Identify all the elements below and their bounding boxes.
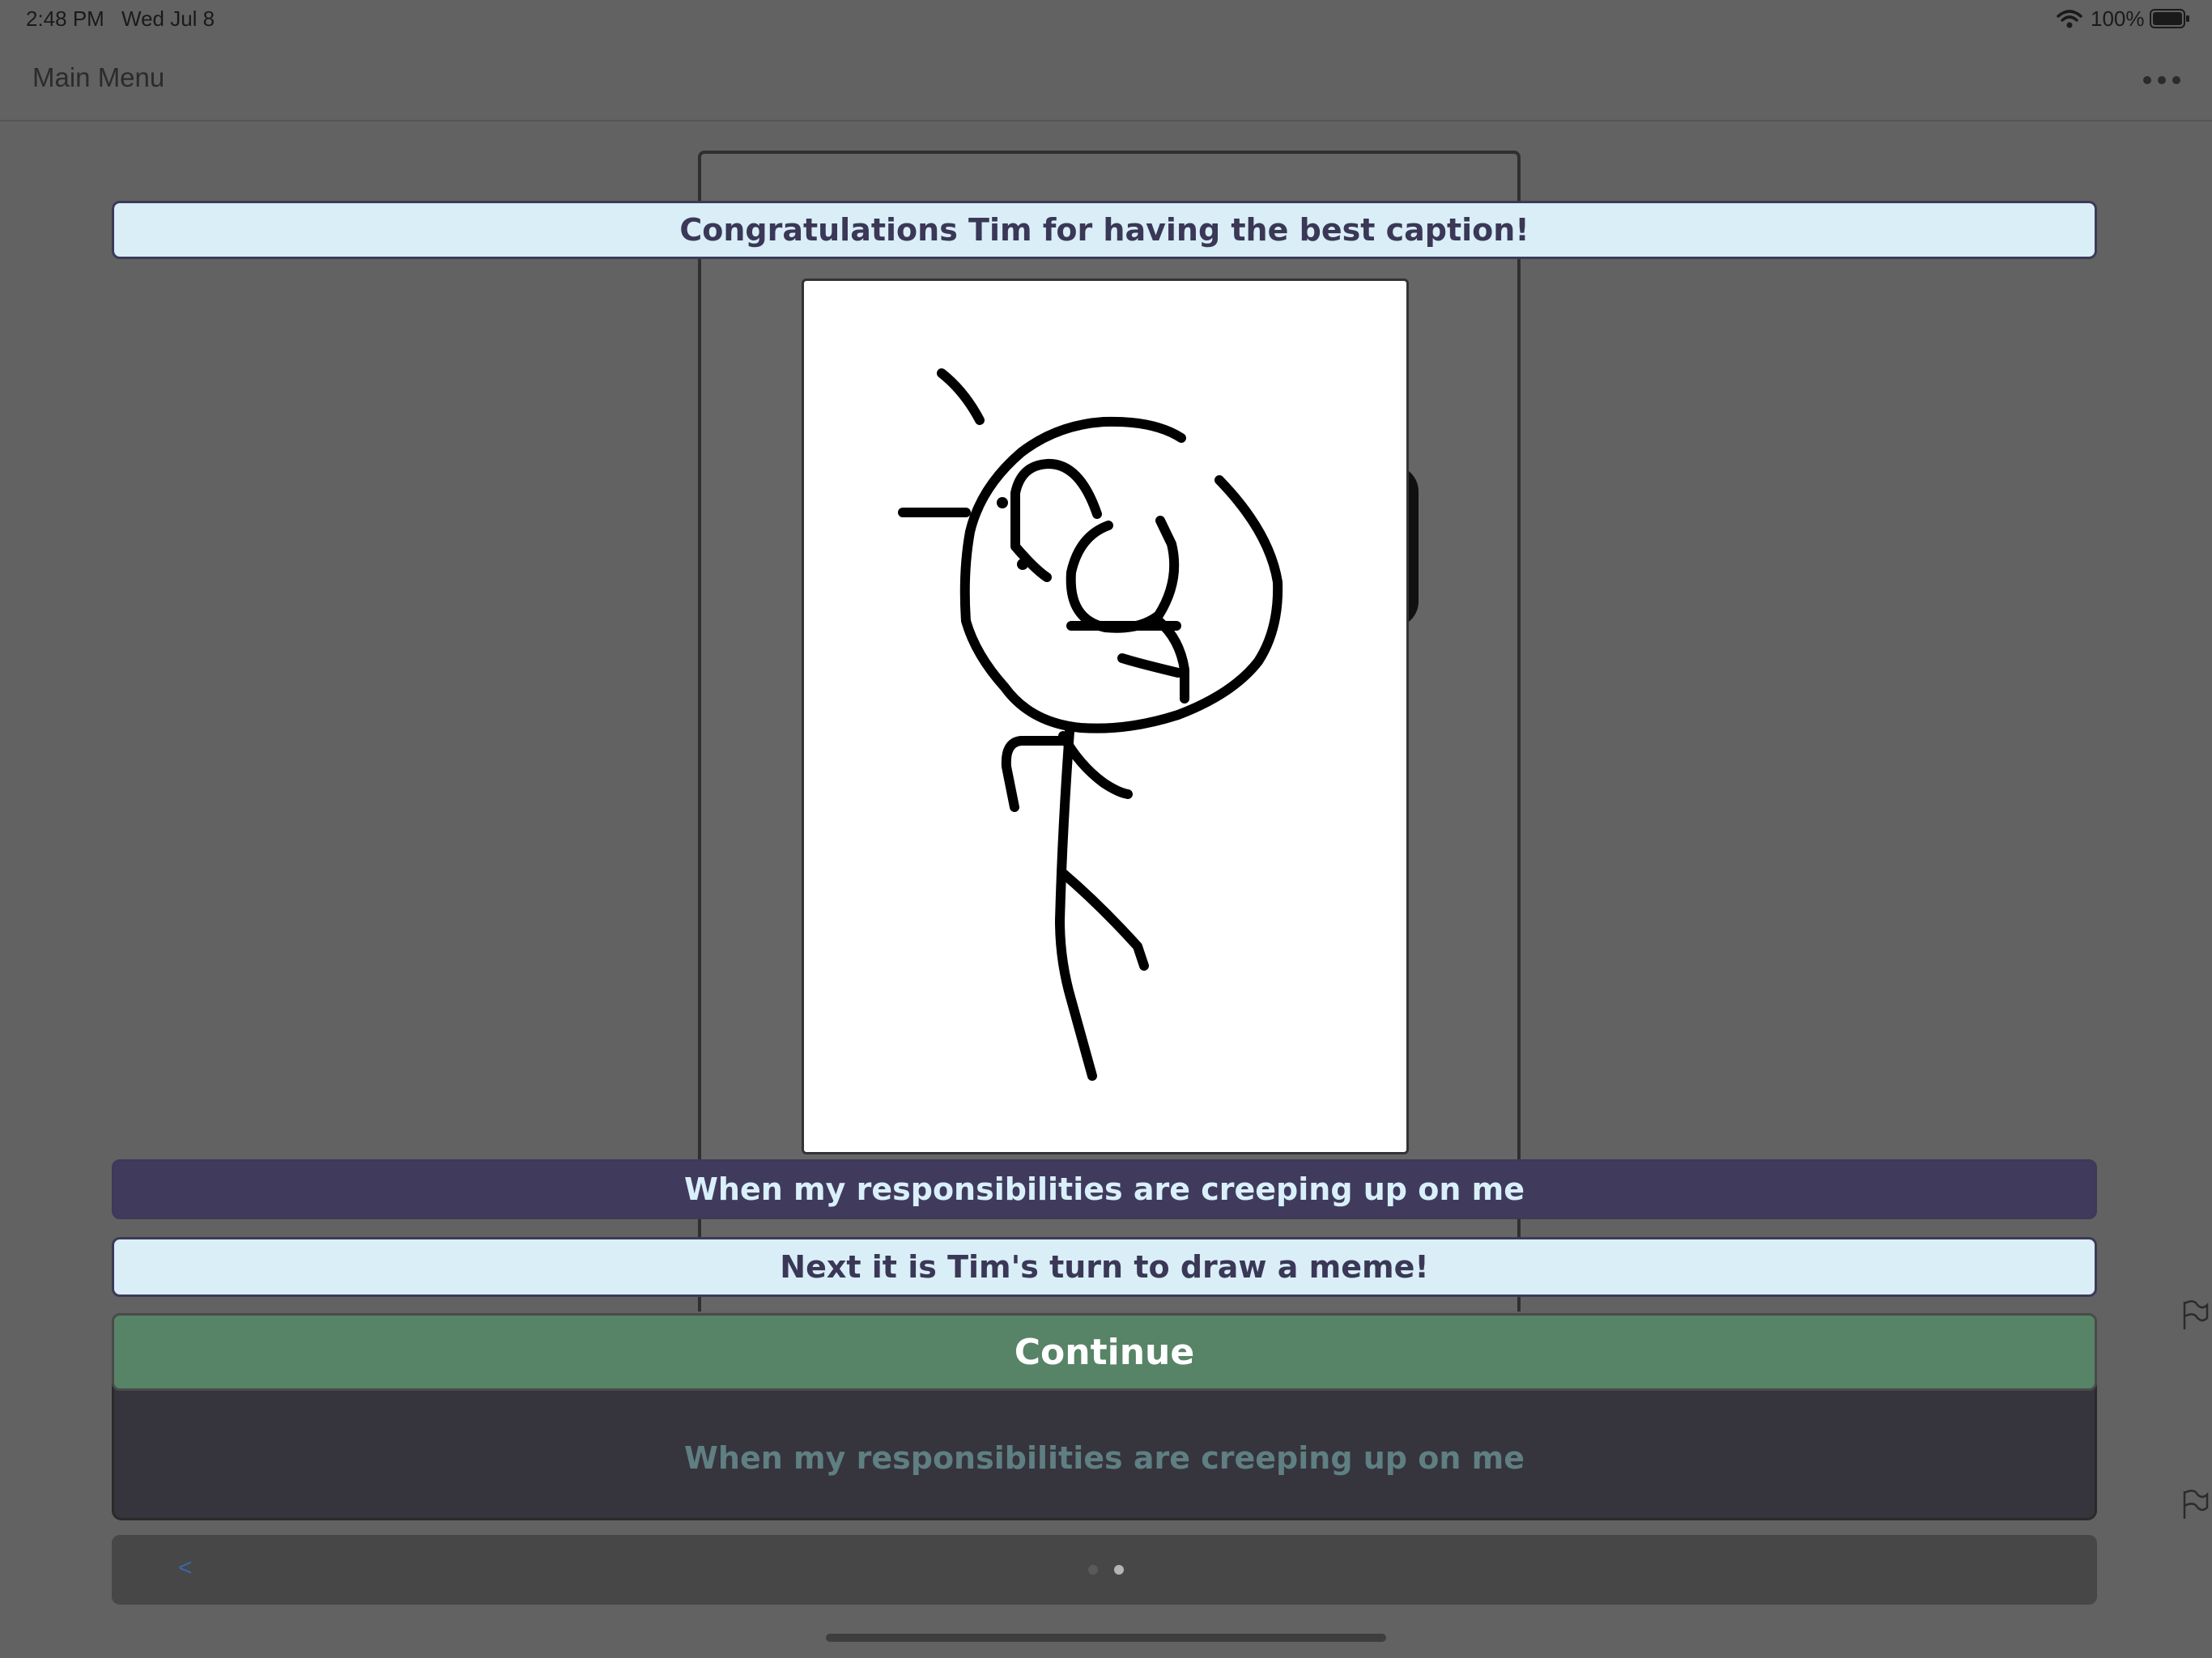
main-menu-button[interactable]: Main Menu [32, 62, 164, 93]
winning-caption: When my responsibilities are creeping up… [112, 1159, 2097, 1219]
caption-echo-panel: When my responsibilities are creeping up… [112, 1384, 2097, 1520]
page-dot-2-active[interactable] [1114, 1565, 1124, 1575]
page-dot-1[interactable] [1088, 1565, 1098, 1575]
status-time: 2:48 PM [26, 6, 104, 31]
wifi-icon [2057, 10, 2082, 28]
battery-icon [2150, 9, 2189, 28]
continue-button[interactable]: Continue [112, 1313, 2097, 1391]
pager-back-button[interactable]: < [178, 1554, 193, 1582]
flag-icon[interactable] [2180, 1488, 2209, 1520]
page-control-bar: < [112, 1535, 2097, 1605]
stick-figure-drawing [898, 368, 1283, 1081]
status-date: Wed Jul 8 [121, 6, 215, 31]
flag-icon[interactable] [2180, 1299, 2209, 1331]
meme-drawing [802, 278, 1409, 1154]
home-indicator[interactable] [826, 1634, 1386, 1642]
next-turn-banner: Next it is Tim's turn to draw a meme! [112, 1237, 2097, 1297]
navigation-bar: Main Menu [0, 40, 2212, 121]
caption-echo-text: When my responsibilities are creeping up… [684, 1440, 1525, 1476]
winner-banner: Congratulations Tim for having the best … [112, 201, 2097, 259]
battery-percentage: 100% [2091, 6, 2145, 31]
more-icon[interactable] [2138, 68, 2186, 92]
status-bar: 2:48 PM Wed Jul 8 100% [0, 0, 2212, 40]
